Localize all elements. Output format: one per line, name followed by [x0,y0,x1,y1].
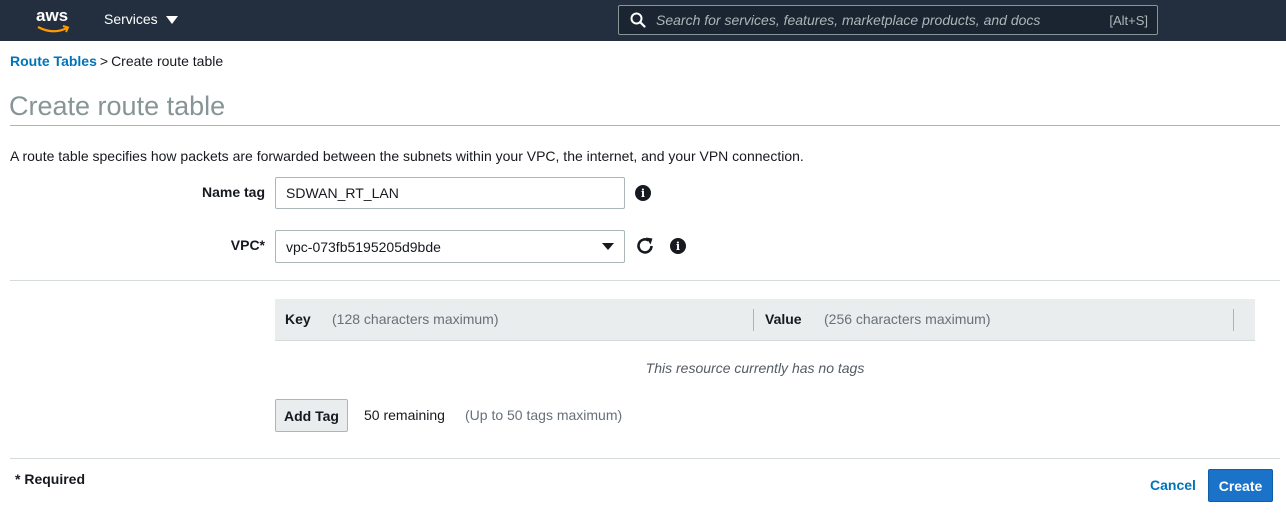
add-tag-button[interactable]: Add Tag [275,399,348,432]
footer-divider [10,458,1280,459]
breadcrumb: Route Tables > Create route table [10,53,223,69]
search-bar[interactable]: [Alt+S] [618,5,1158,35]
breadcrumb-route-tables-link[interactable]: Route Tables [10,53,97,69]
breadcrumb-separator: > [99,53,109,69]
caret-down-icon [165,15,178,24]
vpc-info-icon[interactable]: i [670,238,686,254]
vpc-select[interactable]: vpc-073fb5195205d9bde [275,230,625,263]
chevron-down-icon [602,243,614,250]
vpc-label: VPC* [230,237,265,253]
aws-logo-text: aws [36,6,69,25]
tags-key-header: Key [285,311,311,327]
required-note: * Required [15,471,86,487]
column-divider[interactable] [1233,309,1234,331]
tags-value-hint: (256 characters maximum) [824,311,991,327]
page-title: Create route table [9,91,226,121]
cancel-button[interactable]: Cancel [1150,477,1196,493]
aws-smile-icon [37,25,70,33]
aws-logo[interactable]: aws [36,6,72,34]
services-menu-button[interactable]: Services [104,11,178,27]
tags-remaining-count: 50 remaining [364,407,445,423]
name-tag-label: Name tag [201,184,265,200]
page-description: A route table specifies how packets are … [10,148,804,164]
search-icon [630,12,646,28]
tags-table-header: Key (128 characters maximum) Value (256 … [275,299,1255,341]
title-divider [10,125,1280,126]
search-input[interactable] [656,12,1110,28]
name-tag-info-icon[interactable]: i [635,185,651,201]
no-tags-message: This resource currently has no tags [645,360,865,376]
tags-key-hint: (128 characters maximum) [332,311,499,327]
create-button[interactable]: Create [1208,469,1273,502]
search-shortcut-hint: [Alt+S] [1109,12,1148,28]
services-label: Services [104,11,158,27]
name-tag-input[interactable] [275,177,625,209]
tags-max-hint: (Up to 50 tags maximum) [465,407,623,423]
refresh-icon[interactable] [635,236,655,256]
vpc-selected-value: vpc-073fb5195205d9bde [286,238,441,255]
section-divider [10,280,1280,281]
breadcrumb-current: Create route table [111,53,224,69]
column-divider[interactable] [753,309,754,331]
top-navigation-bar: aws Services [Alt+S] [0,0,1286,41]
tags-value-header: Value [765,311,802,327]
